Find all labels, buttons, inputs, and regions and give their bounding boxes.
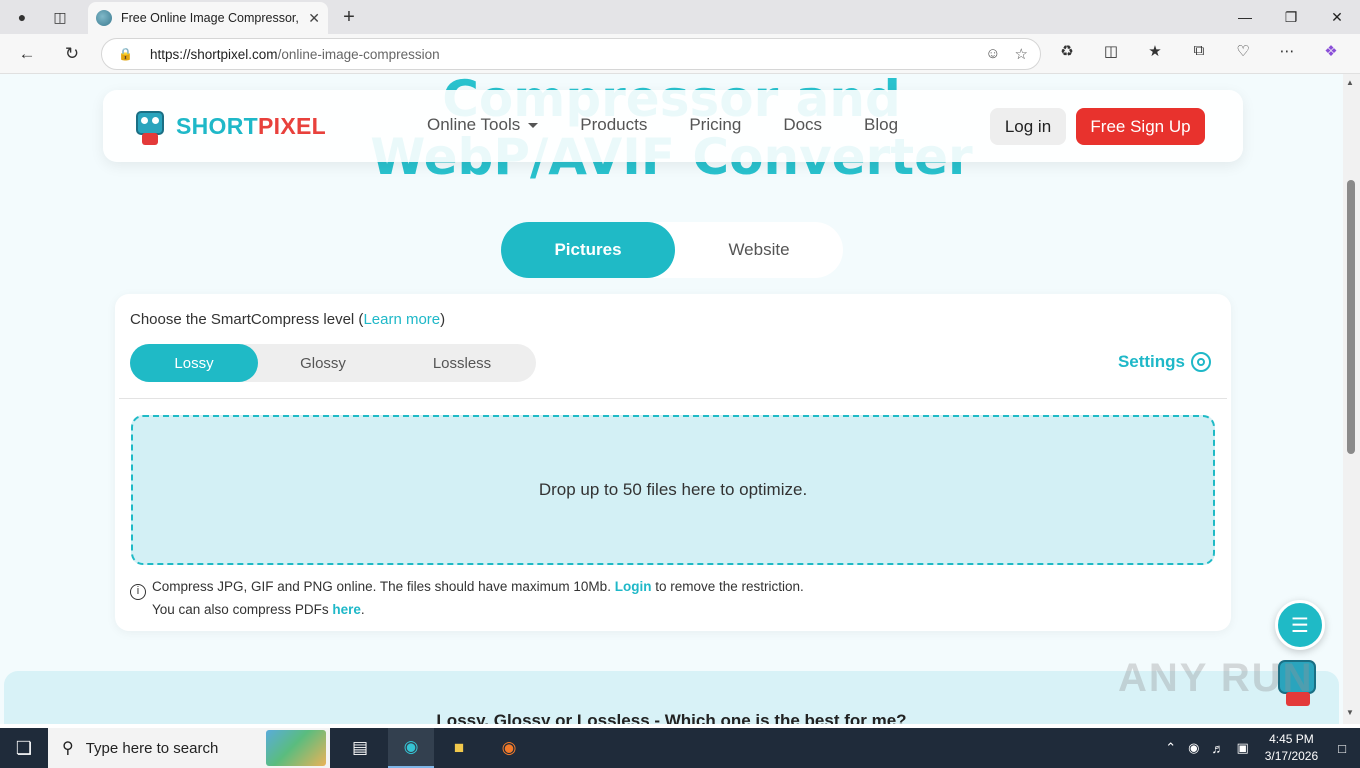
search-highlight-image [266,730,326,766]
scroll-thumb[interactable] [1347,180,1355,454]
read-aloud-icon[interactable]: ☺ [985,45,1000,63]
close-window-button[interactable]: ✕ [1314,4,1360,30]
site-info-icon[interactable]: 🔒 [118,47,133,61]
level-lossless[interactable]: Lossless [388,344,536,382]
volume-icon[interactable]: ♬ [1211,741,1224,756]
collections-icon[interactable]: ⧉ [1188,42,1210,60]
learn-more-link[interactable]: Learn more [363,311,440,328]
shortpixel-logo[interactable]: SHORTPIXEL [133,107,326,145]
refresh-button[interactable]: ↻ [57,40,87,68]
tray-chevron-icon[interactable]: ⌃ [1165,740,1176,756]
taskbar-search-input[interactable]: ⚲ Type here to search [48,728,330,768]
nav-pricing[interactable]: Pricing [689,115,741,135]
edge-taskbar-icon[interactable]: ◉ [388,728,434,768]
compress-card: Choose the SmartCompress level (Learn mo… [115,294,1231,631]
chat-widget-button[interactable]: ☰ [1275,600,1325,650]
scroll-up-icon[interactable]: ▲ [1346,78,1354,87]
nav-online-tools[interactable]: Online Tools [427,115,539,135]
page-scrollbar[interactable]: ▲ ▼ [1343,74,1360,724]
minimize-button[interactable]: — [1222,4,1268,30]
windows-taskbar: ❏ ⚲ Type here to search ▤ ◉ ■ ◉ ⌃ ◉ ♬ ▣ … [0,728,1360,768]
chat-list-icon: ☰ [1291,614,1309,637]
browser-address-bar: ← ↻ 🔒 https://shortpixel.com/online-imag… [0,34,1360,74]
anyrun-watermark: ANY RUN [1118,656,1314,700]
main-nav: Online Tools Products Pricing Docs Blog [427,115,898,135]
login-link[interactable]: Login [615,579,652,594]
divider [119,398,1227,399]
restore-button[interactable]: ❐ [1268,4,1314,30]
firefox-icon[interactable]: ◉ [486,728,532,768]
login-button[interactable]: Log in [990,108,1066,145]
upload-notes: i Compress JPG, GIF and PNG online. The f… [130,577,804,619]
tab-pictures[interactable]: Pictures [501,222,675,278]
new-tab-button[interactable]: + [336,4,362,30]
info-icon: i [130,583,146,600]
search-icon: ⚲ [62,740,74,757]
favorites-icon[interactable]: ★ [1144,42,1166,60]
level-glossy[interactable]: Glossy [258,344,388,382]
file-dropzone[interactable]: Drop up to 50 files here to optimize. [131,415,1215,565]
tab-title: Free Online Image Compressor, W [121,11,303,25]
mode-switch: Pictures Website [501,222,843,278]
settings-more-icon[interactable]: ⋯ [1276,42,1298,60]
scroll-down-icon[interactable]: ▼ [1346,708,1354,717]
site-header: SHORTPIXEL Online Tools Products Pricing… [103,90,1243,162]
smartcompress-label: Choose the SmartCompress level (Learn mo… [130,311,446,328]
pdf-here-link[interactable]: here [332,602,361,617]
tab-website[interactable]: Website [675,222,843,278]
chevron-down-icon [528,122,539,128]
compression-level-switch: Lossy Glossy Lossless [130,344,536,382]
tab-actions-icon[interactable]: ◫ [47,5,73,29]
nav-blog[interactable]: Blog [864,115,898,135]
url-field[interactable]: 🔒 https://shortpixel.com/online-image-co… [101,38,1041,70]
nav-docs[interactable]: Docs [783,115,822,135]
network-icon[interactable]: ▣ [1236,740,1248,756]
extensions-icon[interactable]: ♻ [1056,42,1078,60]
windows-start-icon[interactable]: ❏ [0,728,48,768]
browser-essentials-icon[interactable]: ♡ [1232,42,1254,60]
settings-button[interactable]: Settings [1118,352,1211,372]
file-explorer-icon[interactable]: ■ [436,728,482,768]
gear-icon [1191,352,1211,372]
page-viewport: Compressor and WebP/AVIF Converter SHORT… [0,74,1343,724]
split-screen-icon[interactable]: ◫ [1100,42,1122,60]
camera-icon[interactable]: ◉ [1188,740,1199,756]
task-view-icon[interactable]: ▤ [337,728,383,768]
favorite-star-icon[interactable]: ☆ [1015,45,1028,63]
profile-icon[interactable]: ● [9,5,35,29]
level-lossy[interactable]: Lossy [130,344,258,382]
robot-logo-icon [133,107,167,145]
tab-close-icon[interactable]: ✕ [308,10,320,27]
faq-title: Lossy, Glossy or Lossless - Which one is… [436,711,907,724]
nav-products[interactable]: Products [580,115,647,135]
browser-tab-active[interactable]: Free Online Image Compressor, W ✕ [88,2,328,34]
back-button[interactable]: ← [12,40,42,68]
copilot-icon[interactable]: ❖ [1320,42,1342,60]
system-tray: ⌃ ◉ ♬ ▣ 4:45 PM 3/17/2026 □ [1159,728,1360,768]
url-text: https://shortpixel.com/online-image-comp… [150,46,440,62]
browser-tab-strip: ● ◫ Free Online Image Compressor, W ✕ + … [0,0,1360,34]
shortpixel-favicon-icon [96,10,112,26]
notification-icon[interactable]: □ [1338,741,1346,756]
dropzone-text: Drop up to 50 files here to optimize. [538,480,808,499]
clock[interactable]: 4:45 PM 3/17/2026 [1265,731,1318,765]
free-signup-button[interactable]: Free Sign Up [1076,108,1205,145]
